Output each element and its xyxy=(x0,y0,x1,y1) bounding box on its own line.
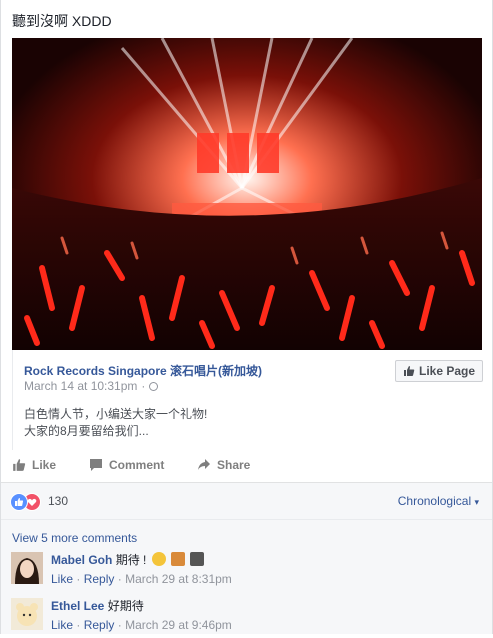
reaction-icons[interactable] xyxy=(10,493,42,511)
comment-sort-dropdown[interactable]: Chronological ▾ xyxy=(398,494,479,508)
microphone-emoji-icon xyxy=(190,552,205,566)
chevron-down-icon: ▾ xyxy=(474,497,479,507)
share-action-label: Share xyxy=(217,458,251,472)
facebook-post: 聽到沒啊 XDDD Rock Records Singapore 滚石唱片(新加… xyxy=(0,0,493,634)
comment-reply-link[interactable]: Reply xyxy=(84,572,115,586)
source-time[interactable]: March 14 at 10:31pm xyxy=(24,379,137,393)
guitar-emoji-icon xyxy=(171,552,186,566)
comment-body: Ethel Lee 好期待 xyxy=(51,598,144,615)
sort-label: Chronological xyxy=(397,494,472,508)
share-arrow-icon xyxy=(198,459,210,470)
comment-icon xyxy=(90,459,102,471)
comment-text: 期待 ! xyxy=(115,553,147,567)
thumbs-up-icon xyxy=(13,459,26,471)
shared-post-card: Rock Records Singapore 滚石唱片(新加坡) March 1… xyxy=(12,350,483,450)
concert-photo-image xyxy=(12,38,482,350)
like-reaction-icon xyxy=(10,493,28,511)
comment-item: Mabel Goh 期待 ! Like · Reply · March 29 a… xyxy=(11,552,481,592)
share-action[interactable]: Share xyxy=(197,458,250,472)
comment-action[interactable]: Comment xyxy=(89,458,164,472)
post-text: 聽到沒啊 XDDD xyxy=(12,13,112,29)
reactions-bar: 130 Chronological ▾ xyxy=(1,483,492,519)
source-page-name[interactable]: Rock Records Singapore 滚石唱片(新加坡) xyxy=(24,362,262,379)
avatar[interactable] xyxy=(11,552,43,584)
comments-section: View 5 more comments Mabel Goh 期待 ! Like… xyxy=(1,519,492,634)
comment-author[interactable]: Ethel Lee xyxy=(51,599,104,613)
meta-dot: · xyxy=(76,572,81,586)
comment-text: 好期待 xyxy=(107,599,144,613)
description-line-1: 白色情人节，小编送大家一个礼物! xyxy=(24,407,208,421)
comment-author[interactable]: Mabel Goh xyxy=(51,553,112,567)
concert-photo[interactable] xyxy=(12,38,482,350)
like-action-label: Like xyxy=(32,458,57,472)
reaction-count[interactable]: 130 xyxy=(48,494,68,508)
meta-separator: · xyxy=(141,379,146,393)
thumbs-up-icon xyxy=(403,366,415,376)
comment-time[interactable]: March 29 at 9:46pm xyxy=(125,618,232,632)
view-more-comments-link[interactable]: View 5 more comments xyxy=(12,531,137,545)
like-page-button[interactable]: Like Page xyxy=(395,360,483,382)
meta-dot: · xyxy=(117,572,122,586)
meta-dot: · xyxy=(76,618,81,632)
heart-eyes-emoji-icon xyxy=(151,552,166,566)
like-page-label: Like Page xyxy=(418,364,476,378)
description-line-2: 大家的8月要留给我们... xyxy=(24,424,149,438)
meta-dot: · xyxy=(117,618,122,632)
comment-like-link[interactable]: Like xyxy=(51,618,73,632)
comment-time[interactable]: March 29 at 8:31pm xyxy=(125,572,232,586)
shared-description: 白色情人节，小编送大家一个礼物! 大家的8月要留给我们... xyxy=(24,406,207,440)
comment-body: Mabel Goh 期待 ! xyxy=(51,552,205,569)
comment-item: Ethel Lee 好期待 Like · Reply · March 29 at… xyxy=(11,598,481,638)
comment-reply-link[interactable]: Reply xyxy=(84,618,115,632)
source-meta: March 14 at 10:31pm · xyxy=(24,379,159,393)
comment-meta: Like · Reply · March 29 at 9:46pm xyxy=(51,618,232,632)
like-action[interactable]: Like xyxy=(12,458,56,472)
globe-icon xyxy=(149,381,159,391)
comment-action-label: Comment xyxy=(109,458,165,472)
avatar[interactable] xyxy=(11,598,43,630)
comment-like-link[interactable]: Like xyxy=(51,572,73,586)
post-actions: Like Comment Share xyxy=(1,452,492,480)
comment-meta: Like · Reply · March 29 at 8:31pm xyxy=(51,572,232,586)
